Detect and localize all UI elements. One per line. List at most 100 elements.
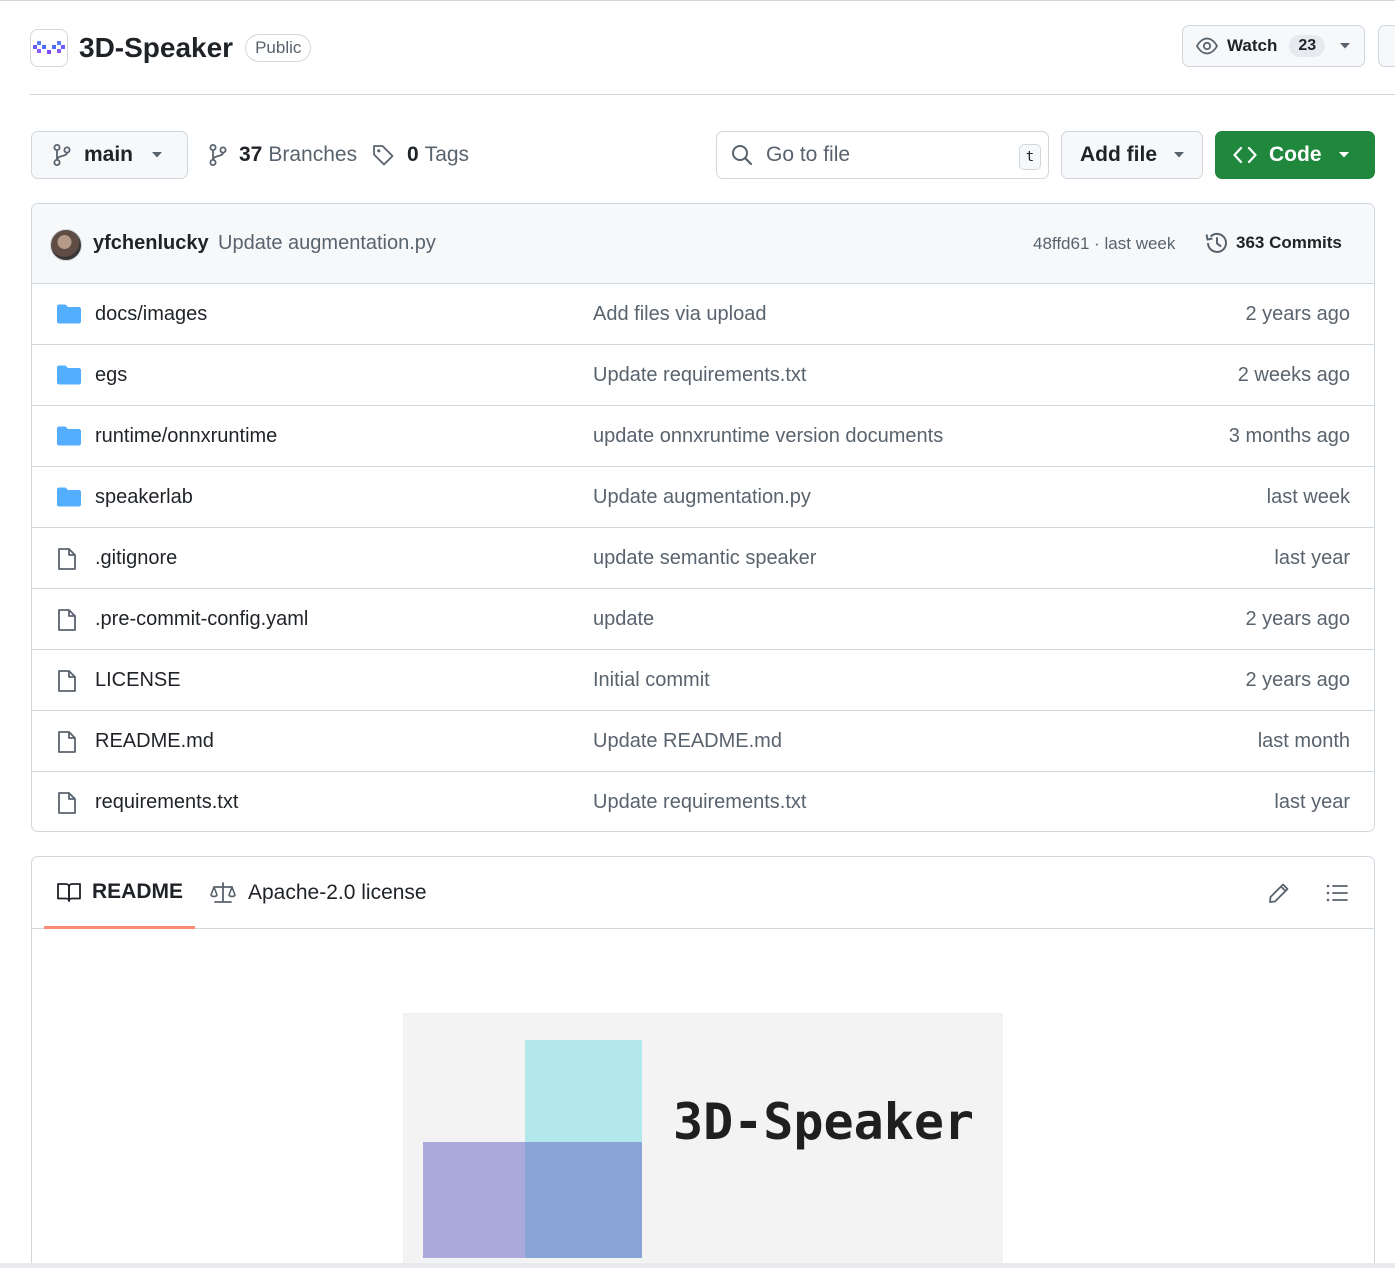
git-branch-icon bbox=[209, 144, 227, 166]
file-name[interactable]: LICENSE bbox=[95, 669, 181, 692]
file-age: last week bbox=[1266, 486, 1350, 508]
file-row[interactable]: README.md Update README.md last month bbox=[32, 711, 1374, 772]
file-row[interactable]: .gitignore update semantic speaker last ye… bbox=[32, 528, 1374, 589]
tab-readme-label: README bbox=[92, 879, 184, 903]
folder-icon bbox=[57, 426, 81, 446]
file-row[interactable]: .pre-commit-config.yaml update 2 years ago bbox=[32, 589, 1374, 650]
file-row[interactable]: speakerlab Update augmentation.py last wee… bbox=[32, 467, 1374, 528]
branch-selector[interactable]: main bbox=[31, 131, 188, 179]
visibility-badge: Public bbox=[245, 34, 312, 62]
add-file-button[interactable]: Add file bbox=[1061, 131, 1203, 179]
file-name[interactable]: docs/images bbox=[95, 303, 207, 326]
header-divider bbox=[30, 94, 1395, 95]
file-commit-message[interactable]: Update requirements.txt bbox=[593, 791, 806, 814]
file-age: 2 weeks ago bbox=[1237, 364, 1350, 386]
branches-label: Branches bbox=[268, 143, 358, 166]
file-icon bbox=[56, 608, 78, 637]
tags-link[interactable]: 0 Tags bbox=[371, 131, 469, 179]
pencil-icon[interactable] bbox=[1267, 881, 1291, 905]
file-name[interactable]: .gitignore bbox=[95, 547, 177, 570]
file-icon bbox=[56, 547, 78, 576]
file-age: last year bbox=[1274, 791, 1350, 813]
file-row[interactable]: requirements.txt Update requirements.txt l… bbox=[32, 772, 1374, 831]
chevron-down-icon bbox=[1340, 43, 1351, 49]
commit-meta[interactable]: 48ffd61 · last week bbox=[1033, 234, 1175, 254]
watch-label: Watch bbox=[1227, 36, 1278, 55]
author-avatar[interactable] bbox=[50, 229, 82, 261]
file-name[interactable]: requirements.txt bbox=[95, 791, 238, 814]
file-icon bbox=[58, 609, 76, 631]
repo-header: 3D-Speaker Public bbox=[30, 26, 312, 70]
tags-label: Tags bbox=[424, 143, 470, 166]
banner-title: 3D-Speaker bbox=[673, 1093, 975, 1151]
file-commit-message[interactable]: Update README.md bbox=[593, 730, 782, 753]
eye-icon bbox=[1195, 37, 1219, 55]
tab-license[interactable]: Apache-2.0 license bbox=[210, 857, 427, 929]
commit-author[interactable]: yfchenlucky bbox=[93, 232, 209, 255]
code-button[interactable]: Code bbox=[1215, 131, 1375, 179]
readme-banner-image: 3D-Speaker bbox=[403, 1013, 1003, 1268]
code-label: Code bbox=[1269, 143, 1322, 166]
file-age: 2 years ago bbox=[1245, 608, 1350, 630]
branch-name: main bbox=[84, 143, 134, 166]
tab-license-label: Apache-2.0 license bbox=[248, 881, 427, 904]
list-icon[interactable] bbox=[1325, 881, 1349, 905]
branches-count: 37 bbox=[239, 143, 263, 166]
file-row[interactable]: docs/images Add files via upload 2 years a… bbox=[32, 284, 1374, 345]
chevron-down-icon bbox=[152, 152, 163, 158]
fork-button[interactable] bbox=[1378, 25, 1395, 67]
file-icon bbox=[58, 731, 76, 753]
branches-link[interactable]: 37 Branches bbox=[207, 131, 357, 179]
file-commit-message[interactable]: Update requirements.txt bbox=[593, 364, 806, 387]
go-to-file-input[interactable]: Go to file t bbox=[716, 131, 1049, 179]
file-age: 2 years ago bbox=[1245, 669, 1350, 691]
file-commit-message[interactable]: Add files via upload bbox=[593, 303, 766, 326]
commits-label: 363 Commits bbox=[1236, 233, 1342, 252]
commits-link[interactable]: 363 Commits bbox=[1204, 230, 1342, 256]
tab-readme[interactable]: README bbox=[44, 857, 196, 929]
search-icon bbox=[732, 145, 753, 166]
file-name[interactable]: speakerlab bbox=[95, 486, 193, 509]
repo-avatar[interactable] bbox=[30, 29, 68, 67]
git-branch-icon bbox=[53, 144, 71, 166]
book-icon bbox=[57, 882, 81, 902]
file-browser: yfchenlucky Update augmentation.py 48ffd… bbox=[31, 203, 1375, 832]
folder-icon bbox=[57, 365, 81, 385]
keyboard-shortcut-hint: t bbox=[1019, 144, 1041, 170]
watch-button[interactable]: Watch 23 bbox=[1182, 25, 1365, 67]
chevron-down-icon bbox=[1338, 152, 1349, 158]
file-row[interactable]: LICENSE Initial commit 2 years ago bbox=[32, 650, 1374, 711]
repo-name[interactable]: 3D-Speaker bbox=[79, 32, 233, 64]
folder-icon bbox=[56, 486, 82, 513]
file-commit-message[interactable]: Update augmentation.py bbox=[593, 486, 811, 509]
file-icon bbox=[56, 730, 78, 759]
file-icon bbox=[58, 670, 76, 692]
file-name[interactable]: README.md bbox=[95, 730, 214, 753]
banner-square-blue bbox=[525, 1142, 642, 1258]
tag-icon bbox=[373, 145, 394, 166]
file-icon bbox=[56, 669, 78, 698]
file-name[interactable]: egs bbox=[95, 364, 127, 387]
go-to-file-placeholder: Go to file bbox=[766, 143, 851, 166]
commit-message[interactable]: Update augmentation.py bbox=[218, 232, 436, 255]
folder-icon bbox=[56, 425, 82, 452]
file-commit-message[interactable]: update bbox=[593, 608, 654, 631]
repo-logo-icon bbox=[33, 41, 65, 54]
latest-commit-bar: yfchenlucky Update augmentation.py 48ffd… bbox=[32, 204, 1374, 284]
file-age: 3 months ago bbox=[1228, 425, 1350, 447]
folder-icon bbox=[56, 303, 82, 330]
file-commit-message[interactable]: Initial commit bbox=[593, 669, 710, 692]
chevron-down-icon bbox=[1174, 152, 1184, 158]
file-name[interactable]: .pre-commit-config.yaml bbox=[95, 608, 308, 631]
file-name[interactable]: runtime/onnxruntime bbox=[95, 425, 277, 448]
top-border bbox=[0, 0, 1395, 1]
file-age: last year bbox=[1274, 547, 1350, 569]
banner-square-cyan bbox=[525, 1040, 642, 1143]
watch-count: 23 bbox=[1289, 35, 1326, 57]
tags-count: 0 bbox=[407, 143, 419, 166]
file-commit-message[interactable]: update semantic speaker bbox=[593, 547, 816, 570]
file-commit-message[interactable]: update onnxruntime version documents bbox=[593, 425, 943, 448]
file-row[interactable]: egs Update requirements.txt 2 weeks ago bbox=[32, 345, 1374, 406]
file-row[interactable]: runtime/onnxruntime update onnxruntime ve… bbox=[32, 406, 1374, 467]
law-scale-icon bbox=[210, 882, 236, 903]
